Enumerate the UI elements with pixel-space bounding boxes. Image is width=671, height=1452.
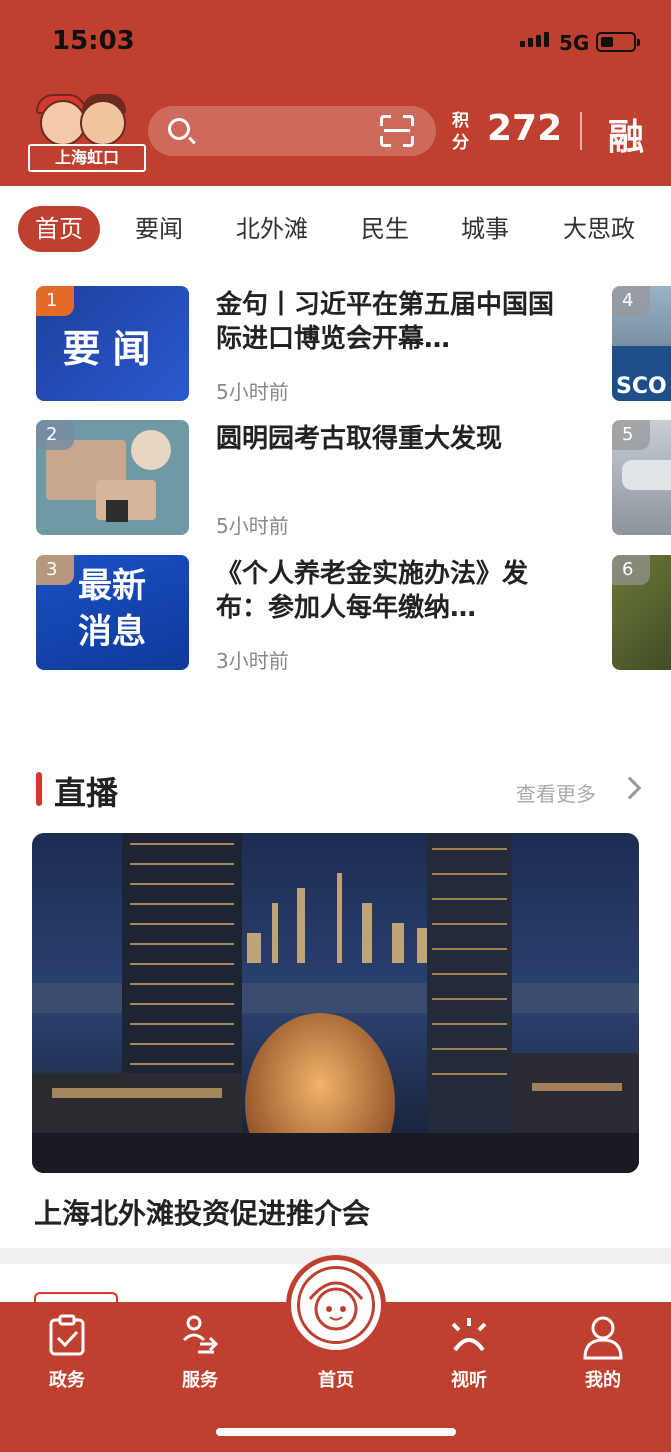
rank-badge: 3 bbox=[36, 555, 74, 585]
tab-label: 我的 bbox=[585, 1370, 621, 1391]
tab-north-bund[interactable]: 北外滩 bbox=[222, 206, 322, 252]
header-divider bbox=[580, 112, 582, 150]
news-time: 3小时前 bbox=[216, 649, 289, 673]
points-value[interactable]: 272 bbox=[487, 108, 562, 149]
live-caption: 上海北外滩投资促进推介会 bbox=[34, 1197, 371, 1230]
clipboard-icon bbox=[22, 1314, 112, 1360]
tab-government[interactable]: 政务 bbox=[22, 1314, 112, 1392]
city-night-image bbox=[32, 833, 639, 1173]
thumb-caption: 最新消息 bbox=[78, 566, 146, 652]
news-thumbnail: 要闻 1 bbox=[36, 286, 189, 401]
live-title: 直播 bbox=[54, 774, 119, 812]
battery-icon bbox=[596, 32, 640, 52]
thumb-caption: 要闻 bbox=[62, 326, 163, 371]
news-peek-card[interactable]: 6 bbox=[612, 555, 671, 670]
rank-badge: 2 bbox=[36, 420, 74, 450]
app-logo[interactable]: 上海虹口 bbox=[28, 94, 146, 174]
rank-badge: 4 bbox=[612, 286, 650, 316]
tab-news[interactable]: 要闻 bbox=[122, 206, 196, 252]
peek-text: SCO bbox=[616, 374, 667, 399]
tab-label: 政务 bbox=[49, 1370, 85, 1391]
points-label: 积分 bbox=[452, 111, 469, 153]
logo-face-right bbox=[80, 100, 126, 146]
news-title: 圆明园考古取得重大发现 bbox=[216, 424, 503, 454]
status-bar: 15:03 5G bbox=[0, 0, 671, 86]
app-header: 上海虹口 积分 272 融 bbox=[0, 86, 671, 186]
category-tabs: 首页 要闻 北外滩 民生 城事 大思政 bbox=[0, 186, 671, 272]
tab-label: 服务 bbox=[182, 1370, 218, 1391]
chevron-right-icon[interactable] bbox=[618, 776, 642, 800]
tab-civics[interactable]: 大思政 bbox=[548, 206, 650, 252]
logo-banner: 上海虹口 bbox=[28, 144, 146, 172]
rank-badge: 5 bbox=[612, 420, 650, 450]
tab-label: 视听 bbox=[451, 1370, 487, 1391]
search-bar[interactable] bbox=[148, 106, 436, 156]
home-indicator bbox=[216, 1428, 456, 1436]
news-item[interactable]: 要闻 1 金句丨习近平在第五届中国国际进口博览会开幕… 5小时前 bbox=[36, 286, 596, 404]
tab-service[interactable]: 服务 bbox=[155, 1314, 245, 1392]
news-time: 5小时前 bbox=[216, 380, 289, 404]
tab-livelihood[interactable]: 民生 bbox=[348, 206, 422, 252]
tab-media[interactable]: 视听 bbox=[424, 1314, 514, 1392]
tab-mine[interactable]: 我的 bbox=[558, 1314, 648, 1392]
broadcast-icon bbox=[424, 1314, 514, 1360]
section-accent-bar bbox=[36, 772, 42, 806]
user-icon bbox=[558, 1314, 648, 1360]
news-thumbnail: 最新消息 3 bbox=[36, 555, 189, 670]
status-time: 15:03 bbox=[52, 26, 135, 56]
home-center-button[interactable] bbox=[286, 1255, 386, 1355]
news-item[interactable]: 最新消息 3 《个人养老金实施办法》发布：参加人每年缴纳… 3小时前 bbox=[36, 555, 596, 673]
view-more-link[interactable]: 查看更多 bbox=[516, 778, 596, 807]
news-item[interactable]: 2 圆明园考古取得重大发现 5小时前 bbox=[36, 420, 596, 538]
service-icon bbox=[155, 1314, 245, 1360]
rank-badge: 6 bbox=[612, 555, 650, 585]
news-title: 金句丨习近平在第五届中国国际进口博览会开幕… bbox=[216, 290, 555, 354]
rong-button[interactable]: 融 bbox=[608, 108, 644, 160]
live-section-header: 直播 查看更多 bbox=[36, 768, 642, 812]
search-icon bbox=[168, 118, 190, 140]
live-hero-image[interactable] bbox=[32, 833, 639, 1173]
mascot-icon bbox=[297, 1266, 375, 1344]
network-label: 5G bbox=[559, 31, 590, 55]
news-thumbnail: 2 bbox=[36, 420, 189, 535]
news-time: 5小时前 bbox=[216, 514, 289, 538]
news-list: 要闻 1 金句丨习近平在第五届中国国际进口博览会开幕… 5小时前 2 圆明园考古… bbox=[0, 272, 671, 692]
signal-icon bbox=[520, 32, 549, 47]
news-title: 《个人养老金实施办法》发布：参加人每年缴纳… bbox=[216, 559, 529, 623]
tab-home-label[interactable]: 首页 bbox=[290, 1366, 382, 1392]
tab-city[interactable]: 城事 bbox=[448, 206, 522, 252]
scan-icon[interactable] bbox=[380, 115, 414, 147]
news-peek-card[interactable]: SCO 4 bbox=[612, 286, 671, 401]
rank-badge: 1 bbox=[36, 286, 74, 316]
news-peek-card[interactable]: 5 bbox=[612, 420, 671, 535]
tab-home[interactable]: 首页 bbox=[18, 206, 100, 252]
